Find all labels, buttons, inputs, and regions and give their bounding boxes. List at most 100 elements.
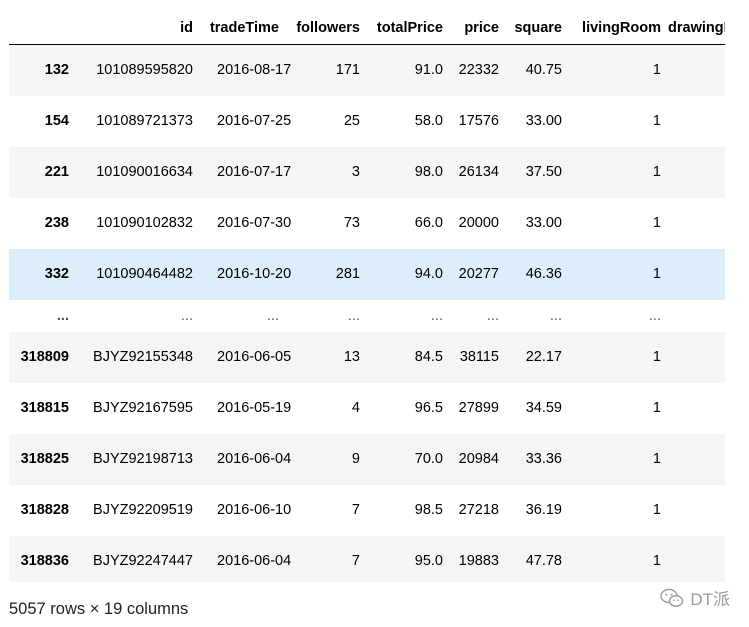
cell-livingRoom: 1 xyxy=(652,553,661,569)
cell-id: BJYZ92198713 xyxy=(93,451,193,467)
table-row[interactable]: 332 101090464482 2016-10-20 281 94.0 20277 46.… xyxy=(9,248,725,300)
table-row[interactable]: 318828 BJYZ92209519 2016-06-10 7 98.5 27218 36… xyxy=(9,484,725,536)
cell-square: 22.17 xyxy=(525,349,562,365)
cell-price: 20984 xyxy=(458,451,499,467)
cell-square: 33.00 xyxy=(525,215,562,231)
table-row[interactable]: 154 101089721373 2016-07-25 25 58.0 17576 33.0… xyxy=(9,95,725,147)
cell-price: 38115 xyxy=(459,349,499,365)
cell-price: ... xyxy=(486,307,499,324)
column-header-livingRoom: livingRoom xyxy=(569,12,668,45)
cell-id: BJYZ92167595 xyxy=(93,400,193,416)
dataframe-output: id tradeTime followers totalPrice price squar… xyxy=(9,12,725,582)
table-row[interactable]: 238 101090102832 2016-07-30 73 66.0 20000 33.0… xyxy=(9,197,725,249)
cell-drawingRoom xyxy=(668,485,725,536)
cell-text: 2016-06-04 xyxy=(217,553,292,569)
cell-square: 33.00 xyxy=(525,113,562,129)
cell-square: ... xyxy=(549,307,562,324)
cell-followers: 171 xyxy=(335,62,360,79)
cell-drawingRoom xyxy=(668,300,725,332)
cell-id: 101090102832 xyxy=(96,215,193,231)
row-index: ... xyxy=(56,307,69,324)
table-row[interactable]: ........................ xyxy=(9,299,725,332)
watermark: DT派 xyxy=(660,585,730,610)
cell-followers: ... xyxy=(347,307,360,324)
row-index: 318809 xyxy=(20,349,69,365)
cell-square: 34.59 xyxy=(525,400,562,416)
cell-totalPrice: 58.0 xyxy=(414,113,443,129)
cell-livingRoom: 1 xyxy=(652,113,661,129)
cell-drawingRoom xyxy=(668,536,725,583)
cell-totalPrice: ... xyxy=(430,307,443,324)
cell-followers: 7 xyxy=(351,502,360,518)
cell-id: 101089595820 xyxy=(96,62,193,79)
cell-id: BJYZ92155348 xyxy=(93,349,193,365)
header-row: id tradeTime followers totalPrice price squar… xyxy=(9,12,725,45)
cell-followers: 7 xyxy=(351,553,360,569)
cell-drawingRoom xyxy=(668,332,725,383)
cell-text: 2016-07-25 xyxy=(217,113,292,129)
row-index: 132 xyxy=(44,62,69,79)
cell-text: 2016-10-20 xyxy=(217,266,292,282)
cell-id: ... xyxy=(180,307,193,324)
cell-livingRoom: 1 xyxy=(652,502,661,518)
cell-tradeTime: 2016-07-25 xyxy=(200,96,292,147)
cell-drawingRoom xyxy=(668,249,725,300)
cell-tradeTime: 2016-06-05 xyxy=(200,332,291,383)
cell-price: 27899 xyxy=(458,400,499,416)
row-index: 154 xyxy=(44,113,69,129)
cell-totalPrice: 98.0 xyxy=(414,164,443,180)
cell-followers: 73 xyxy=(343,215,360,231)
cell-livingRoom: 1 xyxy=(652,451,661,467)
cell-drawingRoom xyxy=(668,198,725,249)
cell-tradeTime: 2016-08-17 xyxy=(200,45,291,96)
row-index: 318815 xyxy=(20,400,69,416)
table-row[interactable]: 318809 BJYZ92155348 2016-06-05 13 84.5 38115 2… xyxy=(9,331,725,383)
column-header-followers: followers xyxy=(286,12,367,45)
column-header-tradeTime: tradeTime xyxy=(200,12,286,45)
cell-text: 2016-06-10 xyxy=(217,502,292,518)
cell-livingRoom: 1 xyxy=(652,400,661,416)
cell-tradeTime: 2016-07-17 xyxy=(200,147,291,198)
cell-totalPrice: 96.5 xyxy=(414,400,443,416)
cell-square: 47.78 xyxy=(525,553,562,569)
cell-square: 36.19 xyxy=(525,502,562,518)
cell-drawingRoom xyxy=(668,147,725,198)
table-row[interactable]: 318825 BJYZ92198713 2016-06-04 9 70.0 20984 33… xyxy=(9,433,725,485)
cell-livingRoom: 1 xyxy=(652,349,661,365)
cell-id: 101090464482 xyxy=(96,266,193,282)
cell-totalPrice: 84.5 xyxy=(414,349,443,365)
cell-totalPrice: 98.5 xyxy=(414,502,443,518)
cell-price: 26134 xyxy=(458,164,499,180)
cell-drawingRoom xyxy=(668,45,725,96)
cell-price: 20000 xyxy=(458,215,499,231)
cell-tradeTime: 2016-05-19 xyxy=(200,383,291,434)
cell-livingRoom: 1 xyxy=(652,62,661,79)
header-index-cell xyxy=(9,12,76,45)
cell-price: 22332 xyxy=(458,62,499,79)
cell-livingRoom: ... xyxy=(648,307,661,324)
cell-drawingRoom xyxy=(668,383,725,434)
column-header-totalPrice: totalPrice xyxy=(367,12,450,45)
row-index: 221 xyxy=(44,164,69,180)
cell-livingRoom: 1 xyxy=(652,164,661,180)
cell-price: 17576 xyxy=(458,113,499,129)
table-row[interactable]: 221 101090016634 2016-07-17 3 98.0 26134 37.50… xyxy=(9,146,725,198)
column-header-drawingRoom: drawingRoom xyxy=(668,12,725,45)
table-row[interactable]: 318836 BJYZ92247447 2016-06-04 7 95.0 19883 47… xyxy=(9,535,725,583)
watermark-text: DT派 xyxy=(690,590,730,609)
cell-id: BJYZ92209519 xyxy=(93,502,193,518)
cell-livingRoom: 1 xyxy=(652,215,661,231)
cell-totalPrice: 94.0 xyxy=(414,266,443,282)
cell-followers: 3 xyxy=(351,164,360,180)
table-row[interactable]: 132 101089595820 2016-08-17 171 91.0 22332 40.… xyxy=(9,44,725,96)
row-index: 318836 xyxy=(20,553,69,569)
cell-price: 20277 xyxy=(458,266,499,282)
table-row[interactable]: 318815 BJYZ92167595 2016-05-19 4 96.5 27899 34… xyxy=(9,382,725,434)
cell-square: 46.36 xyxy=(525,266,562,282)
cell-id: 101089721373 xyxy=(96,113,193,129)
column-header-price: price xyxy=(450,12,506,45)
cell-text: 2016-06-04 xyxy=(217,451,292,467)
cell-square: 40.75 xyxy=(525,62,562,79)
cell-totalPrice: 91.0 xyxy=(414,62,443,79)
cell-tradeTime: ... xyxy=(266,307,279,324)
